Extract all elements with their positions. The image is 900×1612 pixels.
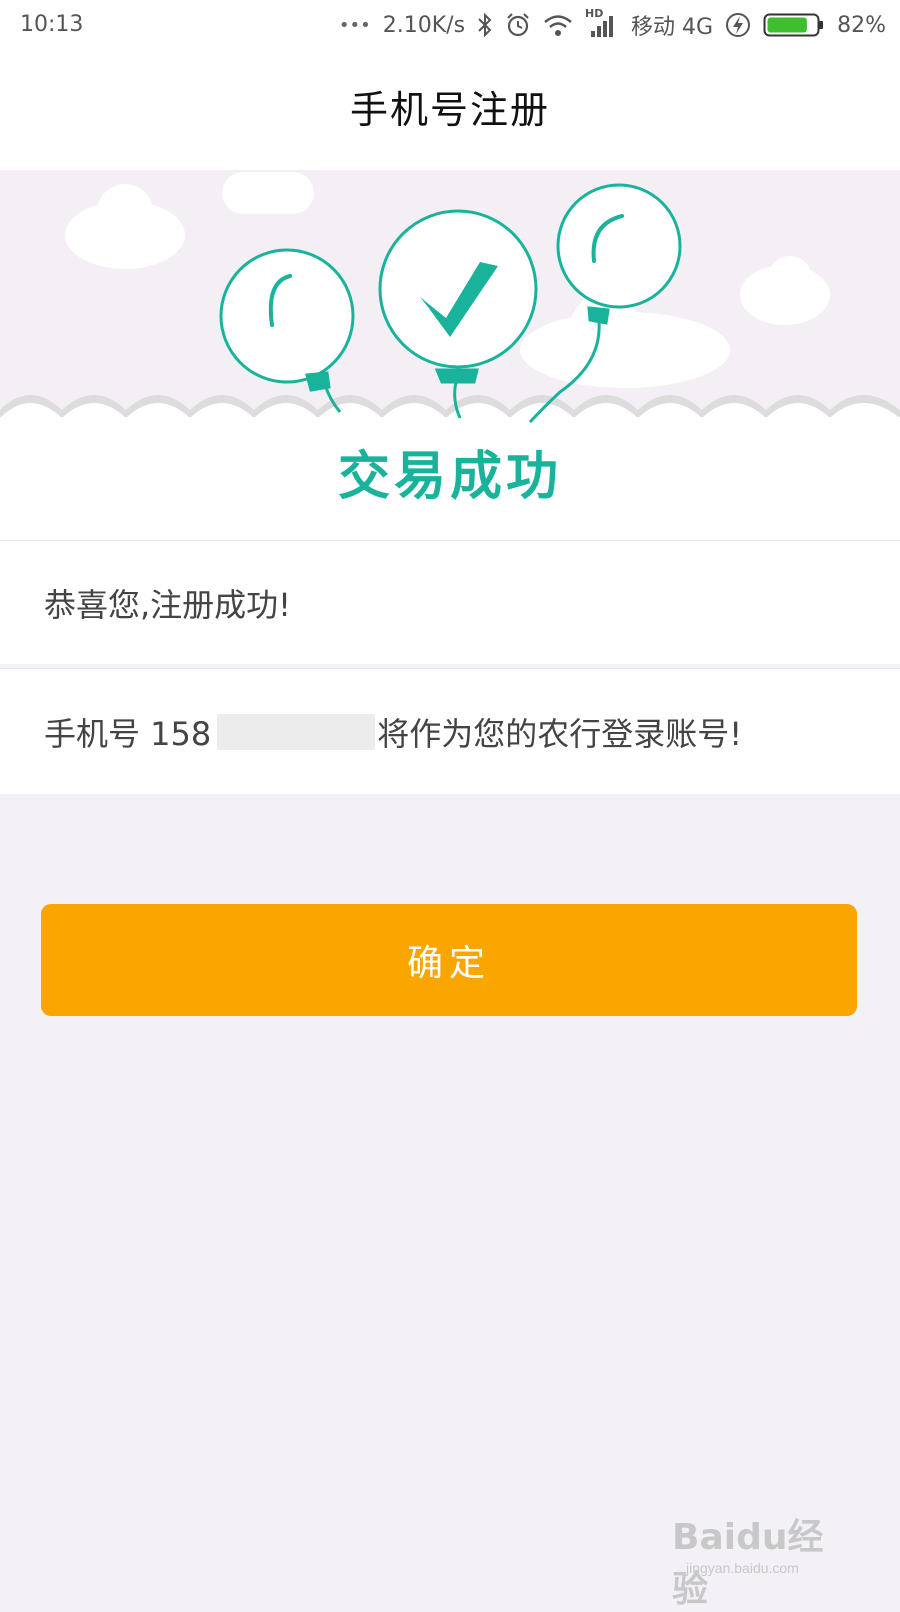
confirm-button[interactable]: 确定 xyxy=(41,904,857,1016)
status-time: 10:13 xyxy=(20,12,84,37)
hd-signal: HD xyxy=(585,7,619,39)
battery-percent: 82% xyxy=(837,12,886,38)
battery-icon xyxy=(763,13,824,37)
carrier-label: 移动 4G xyxy=(631,15,714,40)
bluetooth-icon xyxy=(478,12,492,38)
page-title: 手机号注册 xyxy=(349,88,550,132)
account-row: 手机号 158 将作为您的农行登录账号! xyxy=(0,668,900,794)
congrats-row: 恭喜您,注册成功! xyxy=(0,540,900,664)
masked-phone-digits xyxy=(217,713,376,750)
charging-icon xyxy=(726,13,751,37)
phone-prefix: 手机号 158 xyxy=(44,714,212,753)
congrats-text: 恭喜您,注册成功! xyxy=(44,585,292,624)
status-bar: 10:13 ••• 2.10K/s HD 移动 4G 82% xyxy=(0,0,900,50)
network-speed: 2.10K/s xyxy=(382,12,466,38)
status-icons: ••• 2.10K/s HD 移动 4G 82% xyxy=(338,7,886,40)
transaction-success-text: 交易成功 xyxy=(337,447,562,507)
more-dots: ••• xyxy=(338,14,371,36)
signal-icon xyxy=(591,16,614,37)
watermark: Baidu经验 jingyan.baidu.com xyxy=(672,1508,842,1610)
wifi-icon xyxy=(544,15,572,36)
account-note: 将作为您的农行登录账号! xyxy=(377,714,743,753)
header: 手机号注册 xyxy=(0,50,900,170)
alarm-icon xyxy=(507,13,529,37)
watermark-url: jingyan.baidu.com xyxy=(686,1560,799,1576)
